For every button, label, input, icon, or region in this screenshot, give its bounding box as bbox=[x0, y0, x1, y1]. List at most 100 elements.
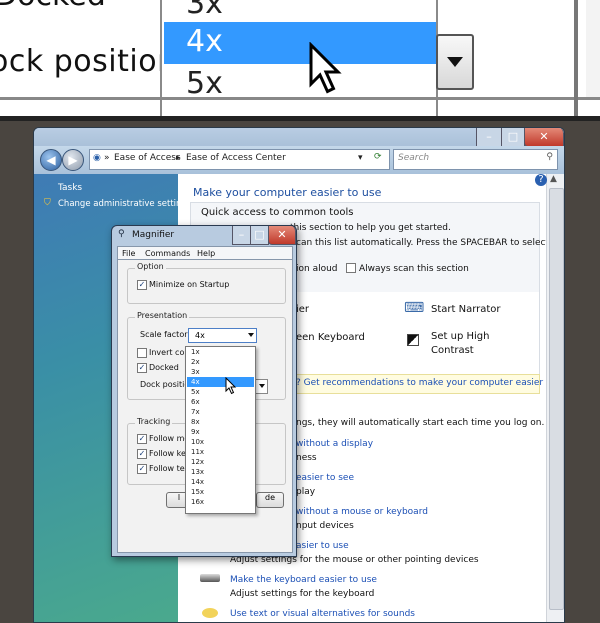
docked-checkbox[interactable]: ✓ bbox=[137, 363, 147, 373]
magnifier-close-button[interactable]: ✕ bbox=[268, 226, 296, 245]
scale-option[interactable]: 6x bbox=[191, 398, 200, 406]
always-scan-checkbox[interactable] bbox=[346, 263, 356, 273]
ness-text: ness bbox=[296, 453, 317, 463]
follow-text-checkbox[interactable]: ✓ bbox=[137, 464, 147, 474]
magnifier-left-button-label: l bbox=[177, 493, 181, 502]
logon-text: ngs, they will automatically start each … bbox=[296, 418, 545, 428]
close-button[interactable]: ✕ bbox=[524, 128, 564, 147]
control-panel-icon: ◉ bbox=[93, 153, 101, 163]
tracking-group-label: Tracking bbox=[135, 417, 173, 426]
chevron-down-icon bbox=[248, 333, 254, 337]
zoom-window-edge bbox=[574, 0, 578, 116]
scale-option-selected[interactable]: 4x bbox=[191, 378, 200, 386]
back-button[interactable]: ◀ bbox=[40, 149, 62, 171]
start-narrator-link[interactable]: Start Narrator bbox=[431, 304, 501, 315]
invert-colors-checkbox[interactable] bbox=[137, 348, 147, 358]
minimize-icon: – bbox=[238, 228, 245, 241]
mouse-keyboard-link[interactable]: without a mouse or keyboard bbox=[296, 507, 428, 517]
mouse-easier-link[interactable]: asier to use bbox=[296, 541, 349, 551]
minimize-on-startup-checkbox[interactable]: ✓ bbox=[137, 280, 147, 290]
high-contrast-line2[interactable]: Contrast bbox=[431, 345, 474, 356]
scale-option[interactable]: 15x bbox=[191, 488, 204, 496]
scale-option[interactable]: 14x bbox=[191, 478, 204, 486]
scale-factor-dropdown[interactable]: 4x bbox=[188, 328, 257, 343]
menu-help[interactable]: Help bbox=[197, 249, 215, 258]
scale-option[interactable]: 13x bbox=[191, 468, 204, 476]
address-bar[interactable]: ◉ » Ease of Access ▸ Ease of Access Cent… bbox=[89, 149, 390, 170]
forward-arrow-icon: ▶ bbox=[68, 153, 78, 167]
onscreen-keyboard-fragment[interactable]: een Keyboard bbox=[296, 332, 365, 343]
zoom-cursor-icon bbox=[309, 42, 342, 94]
breadcrumb-separator: ▸ bbox=[176, 153, 181, 163]
change-admin-settings-link[interactable]: Change administrative settings bbox=[58, 199, 191, 209]
scale-option[interactable]: 12x bbox=[191, 458, 204, 466]
magnifier-title: Magnifier bbox=[132, 230, 175, 240]
magnifier-app-icon: ⚲ bbox=[118, 229, 125, 239]
search-input[interactable]: Search ⚲ bbox=[393, 149, 558, 170]
magnifier-tool-fragment[interactable]: ier bbox=[296, 304, 309, 315]
help-icon[interactable]: ? bbox=[535, 174, 547, 186]
zoom-dock-position-fragment: ock position bbox=[0, 44, 177, 79]
scale-option[interactable]: 10x bbox=[191, 438, 204, 446]
zoom-option-selected: 4x bbox=[186, 24, 223, 59]
tasks-heading: Tasks bbox=[58, 183, 83, 193]
magnifier-minimize-button[interactable]: – bbox=[232, 226, 251, 245]
follow-keyboard-checkbox[interactable]: ✓ bbox=[137, 449, 147, 459]
scale-option[interactable]: 2x bbox=[191, 358, 200, 366]
maximize-icon: □ bbox=[507, 130, 519, 143]
refresh-icon[interactable]: ⟳ bbox=[374, 152, 382, 162]
keyboard-settings-text: Adjust settings for the keyboard bbox=[230, 589, 375, 599]
scale-option[interactable]: 5x bbox=[191, 388, 200, 396]
zoom-option: 5x bbox=[186, 66, 223, 101]
sounds-icon bbox=[202, 608, 218, 618]
close-icon: ✕ bbox=[277, 228, 287, 241]
zoom-right-area bbox=[586, 0, 600, 97]
scale-option[interactable]: 1x bbox=[191, 348, 200, 356]
magnifier-right-button[interactable]: de bbox=[256, 492, 284, 508]
scale-option[interactable]: 7x bbox=[191, 408, 200, 416]
minimize-button[interactable]: – bbox=[476, 128, 502, 147]
minimize-icon: – bbox=[486, 130, 492, 143]
minimize-on-startup-label: Minimize on Startup bbox=[149, 280, 230, 289]
recommendations-link[interactable]: ? Get recommendations to make your compu… bbox=[296, 378, 564, 388]
scale-option[interactable]: 11x bbox=[191, 448, 204, 456]
docked-label: Docked bbox=[149, 363, 179, 372]
zoom-divider bbox=[0, 97, 600, 100]
maximize-button[interactable]: □ bbox=[501, 128, 525, 147]
read-aloud-text: ion aloud bbox=[296, 264, 338, 274]
address-dropdown-icon[interactable]: ▾ bbox=[358, 153, 363, 163]
zoom-docked-fragment: Docked bbox=[0, 0, 106, 13]
menu-file[interactable]: File bbox=[122, 249, 135, 258]
input-devices-text: nput devices bbox=[296, 521, 354, 531]
keyboard-easier-link[interactable]: Make the keyboard easier to use bbox=[230, 575, 377, 585]
breadcrumb-ease-of-access[interactable]: Ease of Access bbox=[114, 153, 181, 163]
view-separator bbox=[0, 116, 600, 121]
scroll-up-icon[interactable]: ▲ bbox=[550, 174, 557, 184]
quick-access-text: this section to help you get started. bbox=[290, 223, 451, 233]
play-text: play bbox=[296, 487, 316, 497]
high-contrast-icon bbox=[407, 334, 419, 346]
without-display-link[interactable]: without a display bbox=[296, 439, 373, 449]
scale-option[interactable]: 9x bbox=[191, 428, 200, 436]
breadcrumb-separator: » bbox=[104, 153, 110, 163]
menu-commands[interactable]: Commands bbox=[145, 249, 190, 258]
presentation-group-label: Presentation bbox=[135, 311, 190, 320]
zoom-dropdown-arrow bbox=[436, 34, 474, 90]
easier-to-see-link[interactable]: easier to see bbox=[296, 473, 354, 483]
breadcrumb-ease-of-access-center[interactable]: Ease of Access Center bbox=[186, 153, 286, 163]
narrator-icon: ⌨ bbox=[404, 300, 425, 316]
magnifier-maximize-button[interactable]: □ bbox=[250, 226, 269, 245]
search-icon[interactable]: ⚲ bbox=[546, 152, 553, 162]
scale-option[interactable]: 3x bbox=[191, 368, 200, 376]
vertical-scrollbar[interactable]: ▲ bbox=[546, 174, 564, 622]
follow-mouse-checkbox[interactable]: ✓ bbox=[137, 434, 147, 444]
always-scan-label: Always scan this section bbox=[359, 264, 469, 274]
option-group-label: Option bbox=[135, 262, 166, 271]
scale-option[interactable]: 16x bbox=[191, 498, 204, 506]
high-contrast-line1[interactable]: Set up High bbox=[431, 331, 489, 342]
scrollbar-thumb[interactable] bbox=[549, 188, 564, 610]
scale-option[interactable]: 8x bbox=[191, 418, 200, 426]
forward-button[interactable]: ▶ bbox=[62, 149, 84, 171]
scale-factor-value: 4x bbox=[195, 331, 205, 340]
sounds-link[interactable]: Use text or visual alternatives for soun… bbox=[230, 609, 415, 619]
